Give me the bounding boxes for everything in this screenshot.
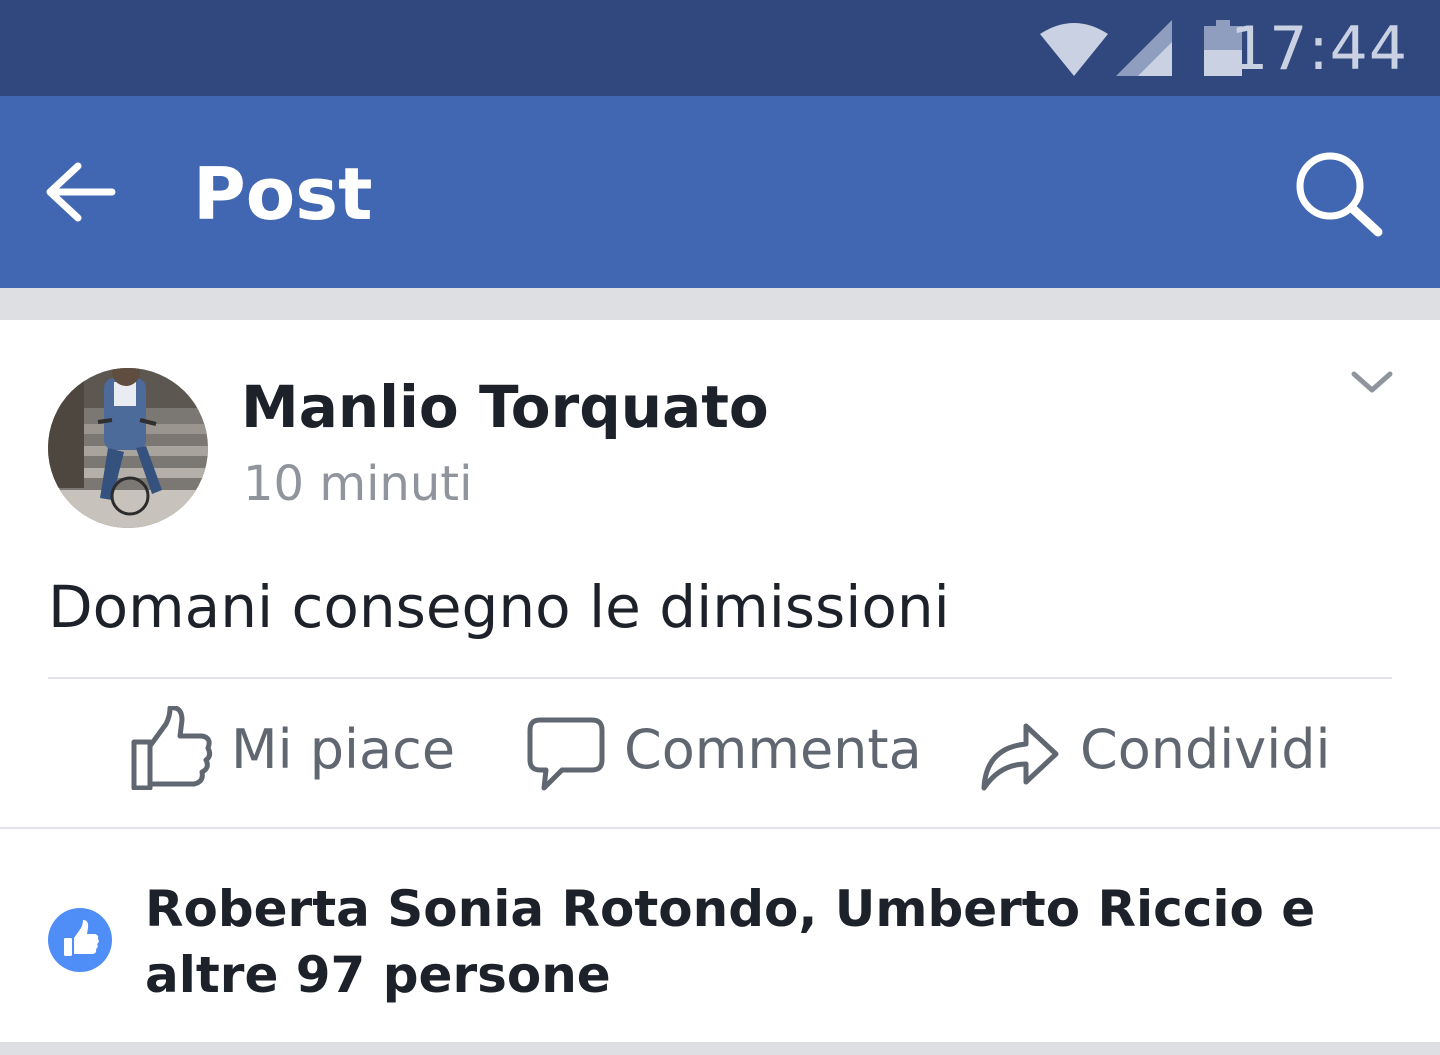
avatar[interactable] [48, 368, 208, 528]
avatar-photo [48, 368, 208, 528]
signal-icon [1116, 20, 1172, 76]
thumbs-up-icon [131, 706, 213, 790]
reactions-summary[interactable]: Roberta Sonia Rotondo, Umberto Riccio e … [145, 876, 1405, 1008]
like-reaction-icon[interactable] [48, 908, 112, 972]
post-text: Domani consegno le dimissioni [48, 573, 950, 641]
share-label: Condividi [1080, 718, 1331, 781]
post-timestamp[interactable]: 10 minuti [243, 456, 472, 512]
back-arrow-icon[interactable] [44, 160, 116, 224]
feed-separator [0, 1042, 1440, 1055]
like-label: Mi piace [231, 718, 456, 781]
status-bar: 17:44 [0, 0, 1440, 96]
app-bar: Post [0, 96, 1440, 288]
author-name[interactable]: Manlio Torquato [241, 374, 769, 440]
divider [48, 677, 1392, 679]
page-title: Post [193, 152, 373, 236]
wifi-icon [1040, 23, 1108, 76]
status-time: 17:44 [1230, 14, 1408, 84]
comment-button[interactable]: Commenta [526, 706, 922, 796]
share-button[interactable]: Condividi [980, 706, 1331, 796]
like-button[interactable]: Mi piace [130, 706, 455, 796]
search-icon[interactable] [1292, 148, 1384, 240]
divider [0, 827, 1440, 829]
chevron-down-icon[interactable] [1346, 364, 1398, 400]
post-card: Manlio Torquato 10 minuti Domani consegn… [0, 320, 1440, 1040]
comment-label: Commenta [624, 718, 922, 781]
comment-icon [527, 717, 605, 791]
share-icon [981, 723, 1059, 791]
feed-separator [0, 288, 1440, 320]
